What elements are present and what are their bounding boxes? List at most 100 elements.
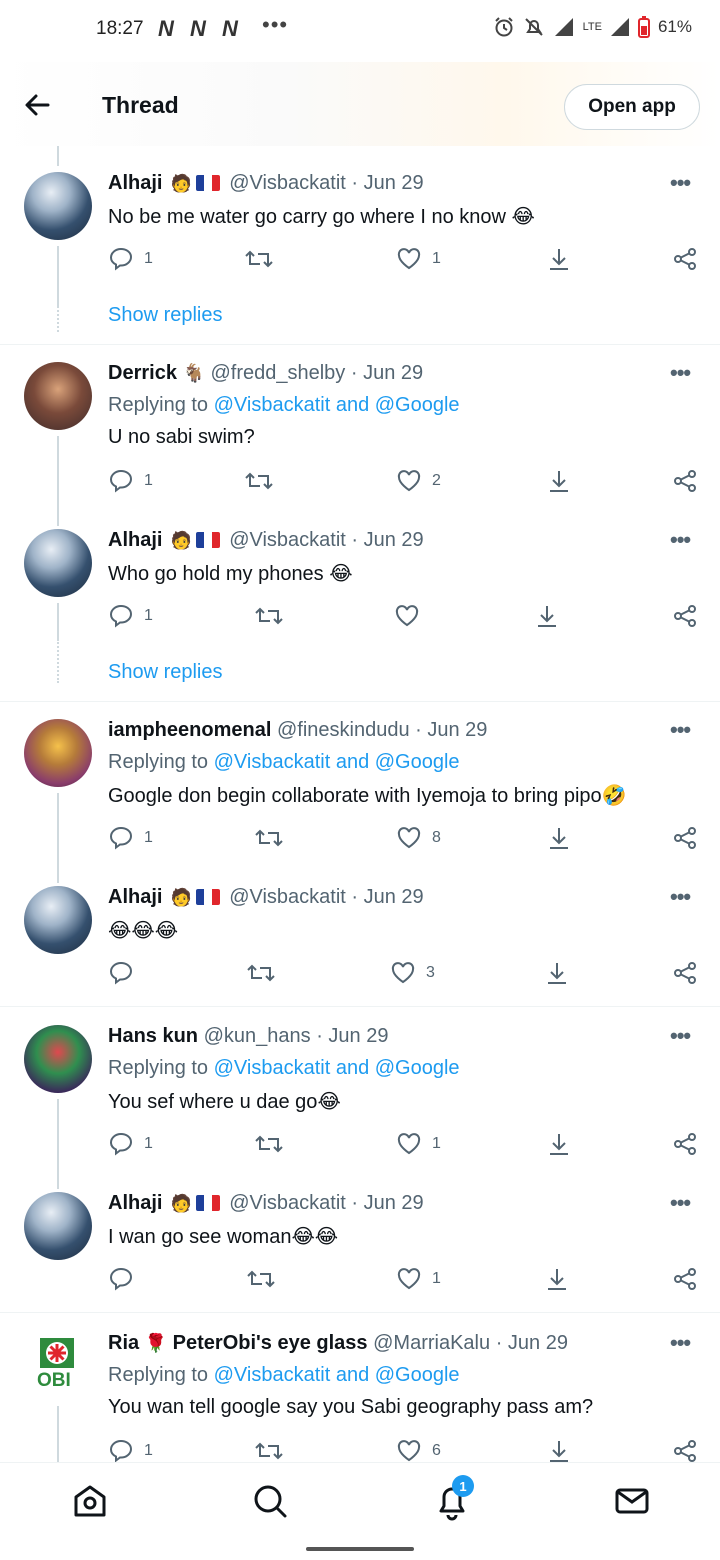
author-name[interactable]: iampheenomenal [108,719,271,741]
author-name[interactable]: Ria [108,1332,139,1354]
author-name[interactable]: Derrick [108,362,177,384]
avatar[interactable] [24,1025,92,1093]
retweet-button[interactable] [254,1131,284,1157]
replying-to-link[interactable]: @Visbackatit and @Google [214,751,460,773]
bookmark-download-button[interactable] [534,603,560,629]
share-button[interactable] [672,246,698,272]
author-handle[interactable]: @Visbackatit [229,529,346,551]
reply-button[interactable]: 1 [108,1131,153,1157]
bookmark-download-button[interactable] [546,825,572,851]
more-notifications-icon: ••• [262,12,289,37]
reply-button[interactable]: 1 [108,603,153,629]
avatar[interactable] [24,172,92,240]
share-icon [674,1268,696,1290]
bookmark-download-button[interactable] [544,960,570,986]
retweet-button[interactable] [246,960,276,986]
replying-prefix: Replying to [108,751,209,773]
reply-button[interactable]: 1 [108,468,153,494]
replying-to-link[interactable]: @Visbackatit and @Google [214,394,460,416]
reply-button[interactable]: 1 [108,246,153,272]
back-arrow-icon[interactable] [20,88,54,122]
reply-button[interactable]: 1 [108,1438,153,1462]
avatar[interactable] [24,1192,92,1260]
avatar[interactable] [24,719,92,787]
like-button[interactable]: 1 [396,246,441,272]
author-handle[interactable]: @Visbackatit [229,1192,346,1214]
replying-to-link[interactable]: @Visbackatit and @Google [214,1364,460,1386]
reply-count: 1 [144,607,153,624]
open-app-button[interactable]: Open app [564,84,700,130]
share-button[interactable] [672,603,698,629]
share-button[interactable] [672,1131,698,1157]
gesture-home-bar[interactable] [306,1547,414,1551]
author-name[interactable]: Alhaji [108,1192,162,1214]
share-button[interactable] [672,1266,698,1292]
divider [0,701,720,702]
author-name-suffix[interactable]: PeterObi's eye glass [173,1332,368,1354]
author-handle[interactable]: @kun_hans [204,1025,311,1047]
tweet-text: You sef where u dae go😂 [108,1089,341,1114]
more-options-icon[interactable]: ••• [670,527,691,553]
more-options-icon[interactable]: ••• [670,1330,691,1356]
home-icon[interactable] [70,1481,110,1521]
like-button[interactable]: 8 [396,825,441,851]
retweet-button[interactable] [254,603,284,629]
author-handle[interactable]: @fineskindudu [277,719,410,741]
like-count: 6 [432,1442,441,1459]
avatar[interactable] [24,529,92,597]
author-handle[interactable]: @Visbackatit [229,886,346,908]
author-name[interactable]: Alhaji [108,886,162,908]
bookmark-download-button[interactable] [544,1266,570,1292]
share-button[interactable] [672,1438,698,1462]
messages-mail-icon[interactable] [612,1481,652,1521]
retweet-button[interactable] [254,1438,284,1462]
more-options-icon[interactable]: ••• [670,1023,691,1049]
show-replies-link[interactable]: Show replies [108,661,223,684]
retweet-button[interactable] [254,825,284,851]
search-icon[interactable] [250,1481,290,1521]
reply-button[interactable]: 1 [108,825,153,851]
share-button[interactable] [672,960,698,986]
bookmark-download-button[interactable] [546,468,572,494]
retweet-button[interactable] [246,1266,276,1292]
author-handle[interactable]: @MarriaKalu [373,1332,490,1354]
author-name[interactable]: Alhaji [108,529,162,551]
like-button[interactable]: 1 [396,1131,441,1157]
author-handle[interactable]: @Visbackatit [229,172,346,194]
heart-icon [395,605,419,627]
bookmark-download-button[interactable] [546,1438,572,1462]
show-replies-link[interactable]: Show replies [108,304,223,327]
author-name[interactable]: Alhaji [108,172,162,194]
avatar[interactable] [24,362,92,430]
reply-button[interactable] [108,1266,134,1292]
tweet-text: U no sabi swim? [108,426,255,448]
like-button[interactable]: 2 [396,468,441,494]
retweet-button[interactable] [244,246,274,272]
like-button[interactable]: 1 [396,1266,441,1292]
like-count: 3 [426,964,435,981]
like-button[interactable]: 6 [396,1438,441,1462]
avatar[interactable]: OBI [34,1336,80,1392]
thread-feed[interactable]: Alhaji 🧑 @Visbackatit · Jun 29 ••• No be … [0,146,720,1462]
like-button[interactable]: 3 [390,960,435,986]
bookmark-download-button[interactable] [546,1131,572,1157]
retweet-button[interactable] [244,468,274,494]
reply-icon [109,961,133,985]
more-options-icon[interactable]: ••• [670,884,691,910]
more-options-icon[interactable]: ••• [670,717,691,743]
author-handle[interactable]: @fredd_shelby [210,362,345,384]
reply-button[interactable] [108,960,134,986]
share-button[interactable] [672,468,698,494]
more-options-icon[interactable]: ••• [670,170,691,196]
notification-n-icon: N [158,16,174,41]
share-icon [674,1133,696,1155]
bookmark-download-button[interactable] [546,246,572,272]
tweet-meta: Alhaji 🧑 @Visbackatit · Jun 29 [108,1192,424,1215]
more-options-icon[interactable]: ••• [670,360,691,386]
replying-to-link[interactable]: @Visbackatit and @Google [214,1057,460,1079]
share-button[interactable] [672,825,698,851]
author-name[interactable]: Hans kun [108,1025,198,1047]
more-options-icon[interactable]: ••• [670,1190,691,1216]
like-button[interactable] [394,603,420,629]
avatar[interactable] [24,886,92,954]
